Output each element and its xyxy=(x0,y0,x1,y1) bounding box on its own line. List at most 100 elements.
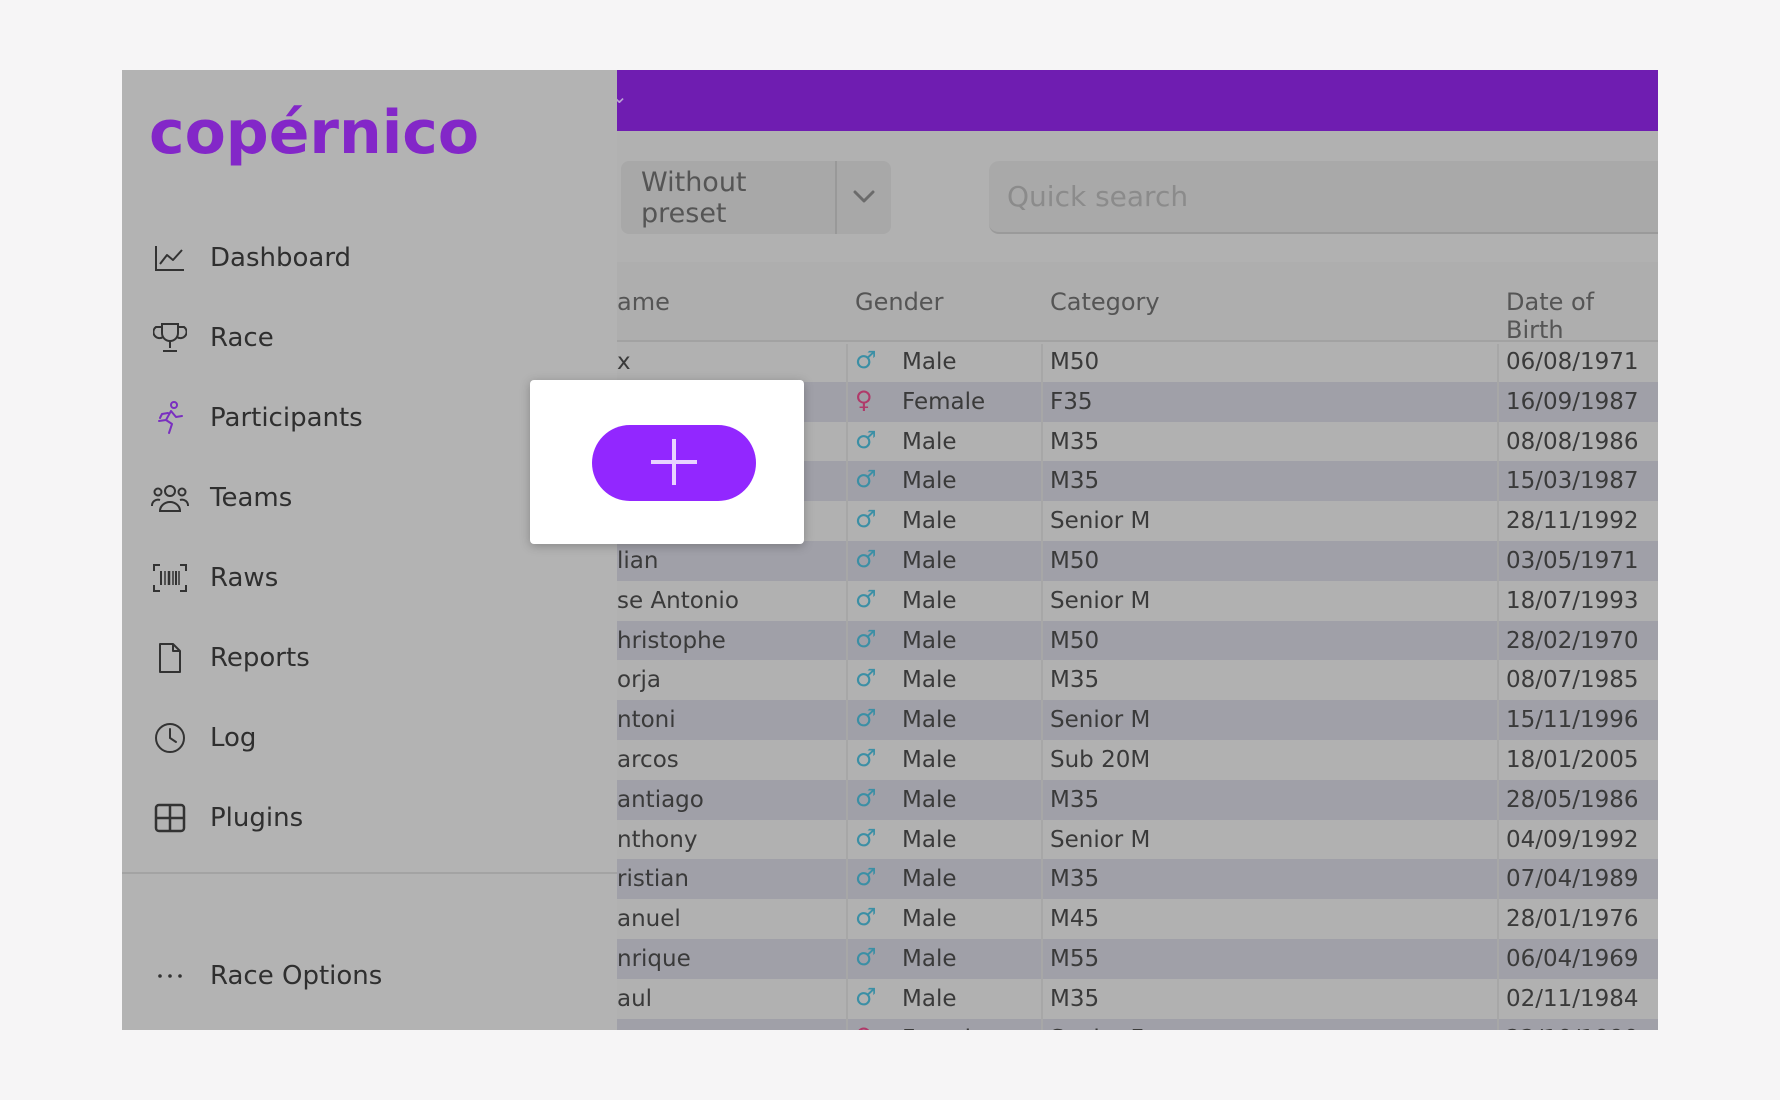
header-dob[interactable]: Date of Birth xyxy=(1506,288,1658,344)
table-row[interactable]: antiago ♂ Male M35 28/05/1986 xyxy=(617,779,1658,820)
cell-category: M55 xyxy=(1050,945,1100,972)
cell-gender: Male xyxy=(902,349,957,375)
cell-category: M35 xyxy=(1050,786,1100,813)
male-icon: ♂ xyxy=(855,544,877,573)
header-gender[interactable]: Gender xyxy=(855,288,943,316)
cell-gender: Male xyxy=(902,587,957,614)
sidebar: copérnico Dashboard Race Participants Te… xyxy=(122,70,617,1030)
cell-dob: 08/08/1986 xyxy=(1506,428,1639,455)
cell-gender: Male xyxy=(902,627,957,654)
cell-category: Senior M xyxy=(1050,587,1151,614)
cell-dob: 18/01/2005 xyxy=(1506,746,1639,773)
male-icon: ♂ xyxy=(855,664,877,693)
table-row[interactable]: hristophe ♂ Male M50 28/02/1970 xyxy=(617,620,1658,661)
sidebar-item-label: Plugins xyxy=(210,803,304,833)
trophy-icon xyxy=(150,318,190,358)
male-icon: ♂ xyxy=(855,863,877,892)
sidebar-divider xyxy=(122,872,617,874)
add-popup xyxy=(530,380,804,544)
main-content: ⌄ Without preset ame Gender Category Dat… xyxy=(617,70,1658,1030)
cell-name: lian xyxy=(617,547,659,574)
table-row[interactable]: anuel ♂ Male M45 28/01/1976 xyxy=(617,899,1658,939)
runner-icon xyxy=(150,398,190,438)
preset-dropdown[interactable]: Without preset xyxy=(621,161,891,234)
table-row[interactable]: se Antonio ♂ Male Senior M 18/07/1993 xyxy=(617,580,1658,621)
cell-name: orja xyxy=(617,667,662,694)
quick-search xyxy=(989,161,1658,234)
cell-category: M45 xyxy=(1050,906,1100,933)
sidebar-item-plugins[interactable]: Plugins xyxy=(150,796,303,840)
cell-gender: Male xyxy=(902,786,957,813)
table-row[interactable]: ristian ♂ Male M35 07/04/1989 xyxy=(617,859,1658,900)
cell-dob: 04/09/1992 xyxy=(1506,826,1639,853)
table-row[interactable]: lian ♂ Male M50 03/05/1971 xyxy=(617,540,1658,581)
sidebar-item-log[interactable]: Log xyxy=(150,716,256,760)
sidebar-item-label: Log xyxy=(210,723,257,753)
cell-gender: Female xyxy=(902,388,986,415)
table-row[interactable]: arcos ♂ Male Sub 20M 18/01/2005 xyxy=(617,739,1658,780)
table-row[interactable]: ntoni ♂ Male Senior M 15/11/1996 xyxy=(617,700,1658,740)
cell-name: anuel xyxy=(617,906,681,933)
male-icon: ♂ xyxy=(855,505,877,534)
sidebar-item-label: Dashboard xyxy=(210,243,352,273)
cell-name: ristian xyxy=(617,866,689,893)
table-row[interactable]: nrique ♂ Male M55 06/04/1969 xyxy=(617,938,1658,979)
clock-icon xyxy=(150,718,190,758)
cell-category: Senior M xyxy=(1050,826,1151,853)
female-icon: ♀ xyxy=(855,385,873,414)
female-icon: ♀ xyxy=(855,1023,873,1030)
sidebar-item-label: Race Options xyxy=(210,961,383,991)
table-row[interactable]: orja ♂ Male M35 08/07/1985 xyxy=(617,660,1658,701)
male-icon: ♂ xyxy=(855,903,877,932)
chevron-down-icon[interactable]: ⌄ xyxy=(617,84,628,108)
top-bar: ⌄ xyxy=(617,70,1658,131)
cell-gender: Male xyxy=(902,866,957,893)
male-icon: ♂ xyxy=(855,704,877,733)
table-row[interactable]: ♀ Female Senior F 22/10/1990 xyxy=(617,1018,1658,1030)
male-icon: ♂ xyxy=(855,942,877,971)
cell-category: M35 xyxy=(1050,468,1100,495)
cell-name: se Antonio xyxy=(617,587,739,614)
sidebar-item-participants[interactable]: Participants xyxy=(150,396,363,440)
cell-dob: 22/10/1990 xyxy=(1506,1026,1639,1030)
cell-dob: 28/05/1986 xyxy=(1506,786,1639,813)
cell-gender: Male xyxy=(902,826,957,853)
cell-dob: 15/03/1987 xyxy=(1506,468,1639,495)
sidebar-item-raws[interactable]: Raws xyxy=(150,556,278,600)
cell-gender: Male xyxy=(902,508,957,535)
chevron-down-icon[interactable] xyxy=(837,185,891,210)
sidebar-item-teams[interactable]: Teams xyxy=(150,476,292,520)
participants-table: ame Gender Category Date of Birth x ♂ Male… xyxy=(617,262,1658,1030)
table-row[interactable]: aul ♂ Male M35 02/11/1984 xyxy=(617,978,1658,1019)
cell-name: arcos xyxy=(617,746,679,773)
cell-dob: 06/08/1971 xyxy=(1506,349,1639,375)
sidebar-item-dashboard[interactable]: Dashboard xyxy=(150,236,351,280)
male-icon: ♂ xyxy=(855,743,877,772)
male-icon: ♂ xyxy=(855,823,877,852)
male-icon: ♂ xyxy=(855,783,877,812)
preset-label: Without preset xyxy=(641,166,747,229)
table-header: ame Gender Category Date of Birth xyxy=(617,262,1658,344)
sidebar-item-reports[interactable]: Reports xyxy=(150,636,310,680)
table-row[interactable]: nthony ♂ Male Senior M 04/09/1992 xyxy=(617,819,1658,860)
male-icon: ♂ xyxy=(855,346,877,374)
header-name[interactable]: ame xyxy=(617,288,670,316)
cell-dob: 28/01/1976 xyxy=(1506,906,1639,933)
table-row[interactable]: x ♂ Male M50 06/08/1971 xyxy=(617,342,1658,382)
sidebar-item-race-options[interactable]: Race Options xyxy=(150,954,382,998)
add-button[interactable] xyxy=(592,425,756,501)
cell-gender: Female xyxy=(902,1026,985,1030)
sidebar-item-race[interactable]: Race xyxy=(150,316,274,360)
chart-line-icon xyxy=(150,238,190,278)
cell-category: M35 xyxy=(1050,428,1100,455)
search-input[interactable] xyxy=(989,161,1658,232)
cell-dob: 03/05/1971 xyxy=(1506,547,1639,574)
cell-gender: Male xyxy=(902,746,957,773)
cell-gender: Male xyxy=(902,906,957,933)
cell-category: M50 xyxy=(1050,547,1100,574)
cell-name: nthony xyxy=(617,826,698,853)
cell-dob: 07/04/1989 xyxy=(1506,866,1639,893)
cell-dob: 28/02/1970 xyxy=(1506,627,1639,654)
header-category[interactable]: Category xyxy=(1050,288,1160,316)
cell-dob: 16/09/1987 xyxy=(1506,388,1639,415)
